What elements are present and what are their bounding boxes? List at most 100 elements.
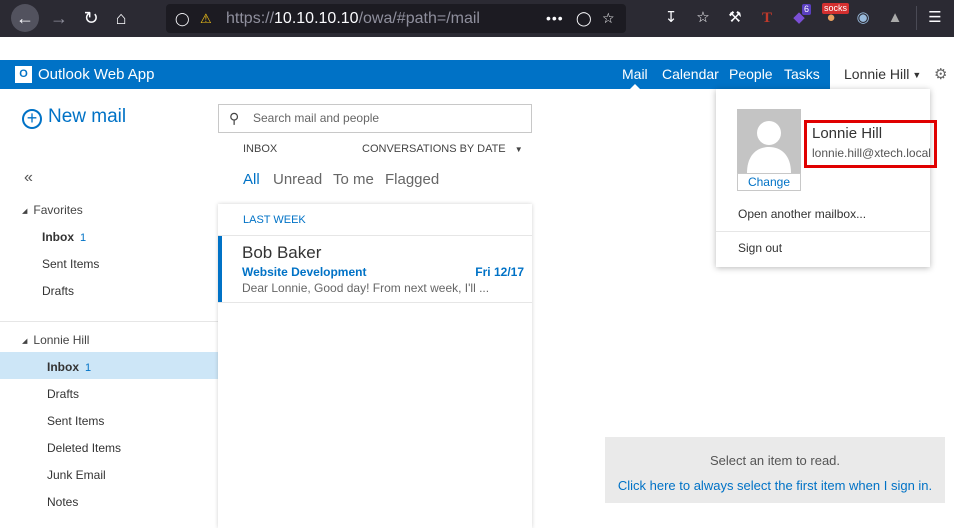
empty-reading-text: Select an item to read.	[709, 453, 841, 468]
folder-sent-items[interactable]: Sent Items	[47, 414, 104, 428]
sort-label: CONVERSATIONS BY DATE	[362, 143, 506, 155]
message-subject: Website Development	[242, 265, 367, 279]
user-account-flyout: Change Lonnie Hill lonnie.hill@xtech.loc…	[716, 89, 937, 267]
sign-out-link[interactable]: Sign out	[738, 241, 782, 255]
owa-top-bar: O Outlook Web App Mail Calendar People T…	[0, 60, 954, 89]
folder-name: Inbox	[42, 230, 74, 244]
folder-name: Junk Email	[47, 468, 106, 482]
message-divider	[218, 302, 532, 303]
pocket-icon[interactable]: ◯	[576, 4, 592, 33]
new-mail-label: New mail	[48, 106, 127, 127]
change-photo-link[interactable]: Change	[737, 173, 801, 191]
avatar	[737, 109, 801, 173]
caret-down-icon: ▼	[912, 70, 922, 80]
url-text[interactable]: https://10.10.10.10/owa/#path=/mail	[226, 4, 480, 33]
search-placeholder: Search mail and people	[253, 111, 380, 125]
favorites-label: Favorites	[33, 203, 83, 217]
triangle-expand-icon: ◢	[22, 208, 28, 215]
message-preview: Dear Lonnie, Good day! From next week, I…	[242, 281, 490, 295]
folder-inbox[interactable]: Inbox 1	[47, 360, 91, 374]
folder-name: Notes	[47, 495, 79, 509]
url-scheme: https://	[226, 10, 275, 27]
folder-name: Inbox	[47, 360, 79, 374]
list-item[interactable]: Bob Baker Website Development Fri 12/17 …	[218, 236, 532, 302]
unread-count: 1	[85, 362, 92, 374]
tab-calendar[interactable]: Calendar	[662, 60, 719, 89]
folder-name: Deleted Items	[47, 441, 122, 455]
filter-unread[interactable]: Unread	[273, 171, 322, 188]
extension-glasses-icon[interactable]: ◉	[850, 4, 876, 32]
caret-down-icon: ▼	[514, 145, 523, 154]
tab-tasks[interactable]: Tasks	[784, 60, 820, 89]
folder-name: Drafts	[42, 284, 75, 298]
red-highlight-box	[804, 120, 937, 168]
filter-to-me[interactable]: To me	[333, 171, 374, 188]
folder-name: Sent Items	[47, 414, 105, 428]
reading-pane-empty: Select an item to read. Click here to al…	[605, 437, 945, 503]
download-icon[interactable]: ↧	[658, 4, 684, 32]
favorite-inbox[interactable]: Inbox 1	[42, 230, 86, 244]
browser-gap	[0, 37, 954, 60]
plus-circle-icon: +	[22, 109, 42, 129]
extension-hat-icon[interactable]: ▲	[882, 4, 908, 32]
open-another-mailbox-link[interactable]: Open another mailbox...	[738, 207, 866, 221]
bookmark-star-icon[interactable]: ☆	[602, 4, 615, 33]
filter-flagged[interactable]: Flagged	[385, 171, 439, 188]
selected-folder-highlight	[0, 352, 218, 379]
group-header: LAST WEEK	[243, 214, 306, 226]
extension-badge: 6	[802, 4, 812, 15]
folder-name: Drafts	[47, 387, 80, 401]
tab-mail[interactable]: Mail	[622, 60, 648, 89]
folder-junk-email[interactable]: Junk Email	[47, 468, 106, 482]
triangle-expand-icon: ◢	[22, 338, 28, 345]
message-sender: Bob Baker	[242, 243, 322, 262]
filter-all[interactable]: All	[243, 171, 260, 188]
hamburger-menu-icon[interactable]: ☰	[922, 4, 948, 32]
account-label: Lonnie Hill	[33, 333, 90, 347]
toolbar-divider	[916, 6, 917, 30]
gear-icon[interactable]: ⚙	[934, 60, 947, 89]
unread-indicator	[218, 236, 222, 302]
person-silhouette-icon	[747, 121, 791, 173]
address-bar[interactable]: ◯ ⚠ https://10.10.10.10/owa/#path=/mail …	[166, 4, 626, 33]
favorite-sent-items[interactable]: Sent Items	[42, 257, 99, 271]
folder-notes[interactable]: Notes	[47, 495, 78, 509]
new-mail-button[interactable]: + New mail	[22, 106, 126, 129]
outlook-logo-icon: O	[15, 66, 32, 83]
reload-icon[interactable]: ↻	[77, 4, 105, 32]
folder-name: Sent Items	[42, 257, 100, 271]
account-header[interactable]: ◢ Lonnie Hill	[22, 333, 89, 347]
shield-icon[interactable]: ◯	[175, 4, 190, 33]
back-arrow-icon[interactable]: ←	[11, 4, 39, 32]
folder-drafts[interactable]: Drafts	[47, 387, 79, 401]
home-icon[interactable]: ⌂	[107, 4, 135, 32]
page-actions-icon[interactable]: •••	[546, 4, 564, 33]
message-list: LAST WEEK Bob Baker Website Development …	[218, 204, 532, 528]
folder-divider	[0, 321, 218, 322]
url-path: /owa/#path=/mail	[358, 10, 480, 27]
bookmarks-library-icon[interactable]: ☆	[690, 4, 716, 32]
search-icon: ⚲	[229, 110, 240, 126]
message-date: Fri 12/17	[475, 265, 524, 279]
folder-deleted-items[interactable]: Deleted Items	[47, 441, 121, 455]
folder-pane: + New mail « ◢ Favorites Inbox 1 Sent Items…	[0, 89, 218, 528]
socks-badge: socks	[822, 3, 850, 14]
user-menu-name: Lonnie Hill	[844, 66, 910, 82]
url-host: 10.10.10.10	[274, 10, 359, 27]
collapse-pane-icon[interactable]: «	[24, 169, 33, 187]
auto-select-link[interactable]: Click here to always select the first it…	[605, 478, 945, 493]
user-menu-button[interactable]: Lonnie Hill ▼	[830, 60, 930, 89]
extension-t-icon[interactable]: T	[754, 4, 780, 32]
search-input[interactable]: ⚲ Search mail and people	[218, 104, 532, 133]
favorite-drafts[interactable]: Drafts	[42, 284, 74, 298]
flyout-divider	[716, 231, 930, 232]
insecure-lock-icon[interactable]: ⚠	[200, 4, 212, 33]
wrench-icon[interactable]: ⚒	[722, 4, 748, 32]
favorites-header[interactable]: ◢ Favorites	[22, 203, 83, 217]
browser-toolbar: ← → ↻ ⌂ ◯ ⚠ https://10.10.10.10/owa/#pat…	[0, 0, 954, 37]
tab-people[interactable]: People	[729, 60, 773, 89]
unread-count: 1	[80, 232, 87, 244]
forward-arrow-icon[interactable]: →	[45, 4, 73, 32]
app-title: Outlook Web App	[38, 66, 155, 83]
sort-dropdown[interactable]: CONVERSATIONS BY DATE ▼	[362, 143, 523, 155]
